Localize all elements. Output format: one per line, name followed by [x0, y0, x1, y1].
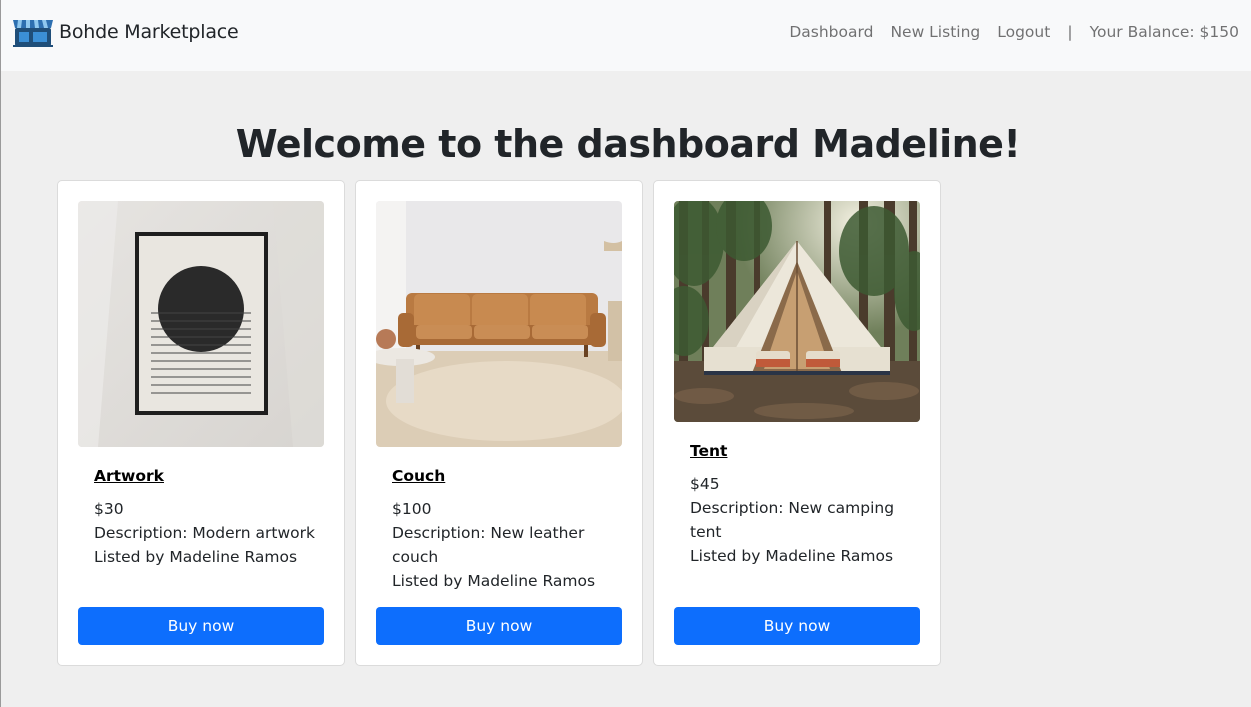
listing-title-link[interactable]: Artwork [94, 467, 324, 485]
nav-new-listing-link[interactable]: New Listing [890, 23, 980, 41]
nav-separator: | [1067, 23, 1073, 41]
listing-description: Description: New camping tent [690, 499, 895, 541]
nav-dashboard-link[interactable]: Dashboard [789, 23, 873, 41]
card-body: Artwork $30 Description: Modern artwork … [94, 467, 324, 569]
listing-description: Description: Modern artwork [94, 524, 315, 542]
buy-now-button[interactable]: Buy now [78, 607, 324, 645]
listing-seller: Listed by Madeline Ramos [94, 548, 298, 566]
card-body: Couch $100 Description: New leather couc… [392, 467, 622, 593]
card-body: Tent $45 Description: New camping tent L… [690, 442, 920, 568]
balance-display: Your Balance: $150 [1089, 23, 1239, 41]
storefront-logo-icon [13, 20, 53, 47]
nav-logout-link[interactable]: Logout [997, 23, 1050, 41]
brand-name: Bohde Marketplace [59, 21, 239, 43]
buy-now-button[interactable]: Buy now [674, 607, 920, 645]
listing-price: $30 [94, 500, 124, 518]
listing-description: Description: New leather couch [392, 524, 585, 566]
buy-now-button[interactable]: Buy now [376, 607, 622, 645]
nav-links: Dashboard New Listing Logout | Your Bala… [789, 23, 1239, 41]
listing-card: Artwork $30 Description: Modern artwork … [57, 180, 345, 666]
listing-seller: Listed by Madeline Ramos [392, 572, 596, 590]
listing-card: Couch $100 Description: New leather couc… [355, 180, 643, 666]
listing-title-link[interactable]: Tent [690, 442, 920, 460]
leather-couch-image [376, 201, 622, 447]
framed-circle-artwork-image [78, 201, 324, 447]
listing-price: $45 [690, 475, 720, 493]
listing-title-link[interactable]: Couch [392, 467, 622, 485]
brand[interactable]: Bohde Marketplace [11, 16, 239, 48]
listing-price: $100 [392, 500, 432, 518]
navbar: Bohde Marketplace Dashboard New Listing … [1, 0, 1251, 71]
listing-seller: Listed by Madeline Ramos [690, 547, 894, 565]
bell-tent-forest-image [674, 201, 920, 422]
listing-card: Tent $45 Description: New camping tent L… [653, 180, 941, 666]
page-title: Welcome to the dashboard Madeline! [235, 122, 1021, 166]
